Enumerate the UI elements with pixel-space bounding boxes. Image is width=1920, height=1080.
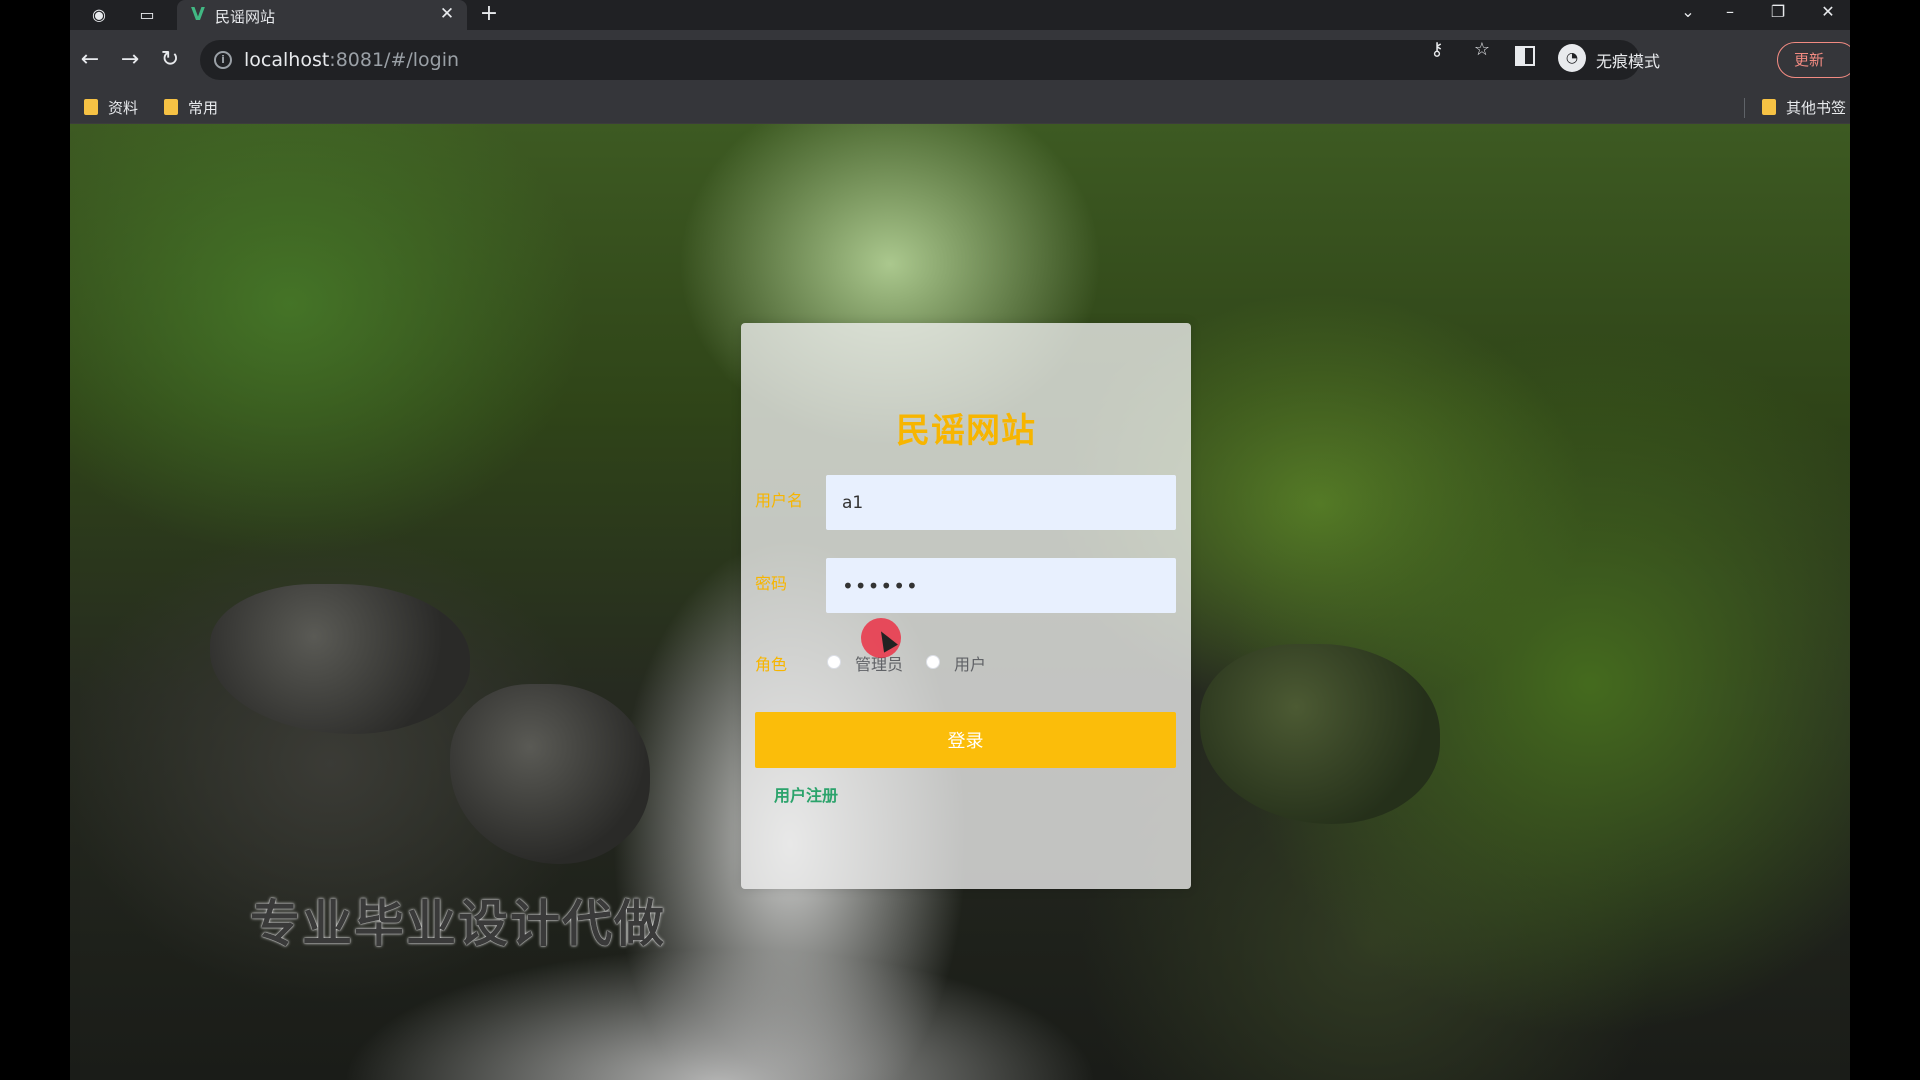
forward-icon[interactable]: → [115, 45, 145, 75]
vue-favicon-icon: V [191, 4, 205, 25]
url-path: :8081/#/login [329, 49, 460, 71]
side-panel-icon[interactable] [1515, 46, 1535, 66]
site-info-icon[interactable]: i [214, 51, 232, 69]
tab-list-chevron-icon[interactable]: ⌄ [1666, 0, 1710, 28]
bookmark-label: 其他书签 [1786, 99, 1847, 117]
background-rock [210, 584, 470, 734]
page-viewport: 民谣网站 用户名 密码 角色 管理员 用户 登录 用户注册 专业毕业设计代做 [70, 124, 1850, 1080]
tab-strip: ◉ ▭ V 民谣网站 ✕ + ⌄ – ❐ ✕ [70, 0, 1850, 30]
url-text[interactable]: localhost:8081/#/login [244, 49, 459, 71]
incognito-icon: ◔ [1558, 44, 1586, 72]
password-key-icon[interactable]: ⚷ [1425, 38, 1449, 62]
site-title: 民谣网站 [896, 411, 1036, 451]
bookmark-label: 资料 [108, 99, 139, 117]
background-mossy-rock [1200, 644, 1440, 824]
address-bar[interactable]: i localhost:8081/#/login [200, 40, 1640, 80]
close-window-icon[interactable]: ✕ [1806, 0, 1850, 28]
reload-icon[interactable]: ↻ [155, 45, 185, 75]
folder-icon [164, 99, 178, 115]
browser-menu-icon[interactable]: ◉ [87, 3, 111, 27]
restore-icon[interactable]: ❐ [1756, 0, 1800, 28]
background-rock [450, 684, 650, 864]
bookmarks-divider [1744, 98, 1745, 118]
browser-toolbar: ← → ↻ i localhost:8081/#/login ⚷ ☆ ◔ 无痕模… [70, 30, 1850, 90]
minimize-icon[interactable]: – [1708, 0, 1752, 28]
password-label: 密码 [755, 574, 788, 593]
bookmark-star-icon[interactable]: ☆ [1470, 38, 1494, 62]
role-option-user[interactable]: 用户 [954, 651, 986, 675]
new-tab-icon[interactable]: + [477, 3, 501, 27]
role-radio-user[interactable] [926, 655, 940, 669]
username-label: 用户名 [755, 491, 804, 510]
url-host: localhost [244, 49, 330, 71]
incognito-label: 无痕模式 [1596, 52, 1661, 71]
tab-search-icon[interactable]: ▭ [135, 3, 159, 27]
tab-title: 民谣网站 [215, 8, 276, 26]
back-icon[interactable]: ← [75, 45, 105, 75]
update-button[interactable]: 更新 [1777, 42, 1850, 78]
bookmarks-bar: 资料 常用 其他书签 [70, 90, 1850, 124]
login-button[interactable]: 登录 [755, 712, 1176, 768]
folder-icon [1762, 99, 1776, 115]
role-label: 角色 [755, 655, 788, 674]
browser-window: ◉ ▭ V 民谣网站 ✕ + ⌄ – ❐ ✕ ← → ↻ i localhost… [70, 0, 1850, 1080]
username-input[interactable] [826, 475, 1176, 530]
role-radio-admin[interactable] [827, 655, 841, 669]
bookmark-label: 常用 [188, 99, 219, 117]
tab-active[interactable]: V 民谣网站 ✕ [177, 0, 467, 30]
tab-close-icon[interactable]: ✕ [437, 4, 457, 24]
watermark-text: 专业毕业设计代做 [250, 895, 666, 953]
password-input[interactable] [826, 558, 1176, 613]
login-card: 民谣网站 用户名 密码 角色 管理员 用户 登录 用户注册 [741, 323, 1191, 889]
register-link[interactable]: 用户注册 [774, 782, 838, 806]
folder-icon [84, 99, 98, 115]
